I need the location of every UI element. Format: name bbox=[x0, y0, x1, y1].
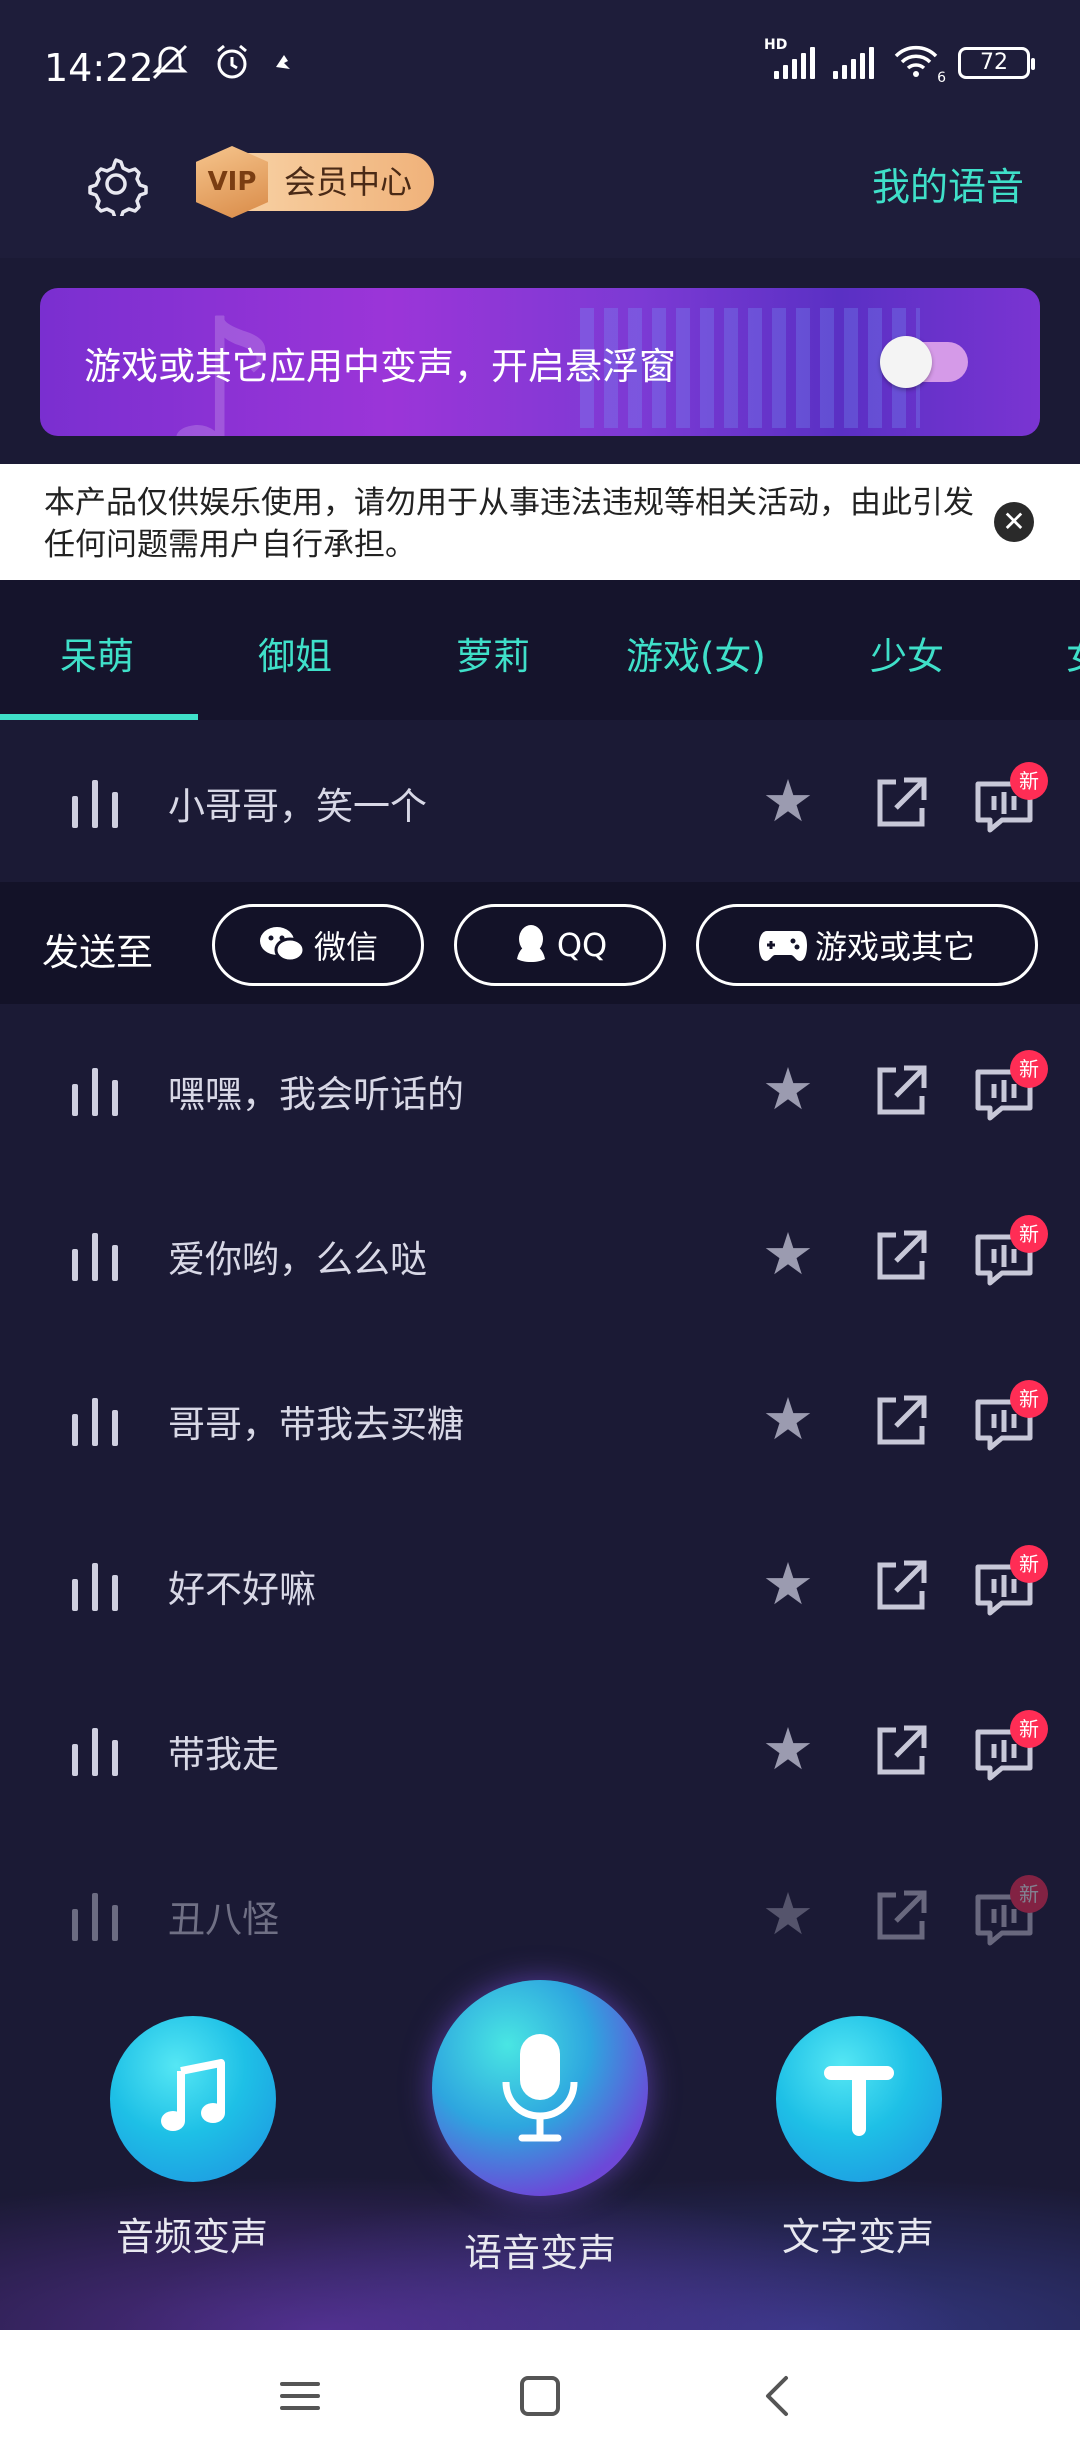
new-badge: 新 bbox=[1010, 1545, 1048, 1583]
voice-change-label: 语音变声 bbox=[463, 2231, 616, 2275]
wifi-icon: 6 bbox=[892, 44, 946, 86]
voice-row[interactable]: 好不好嘛 ★ 新 bbox=[0, 1503, 1080, 1668]
music-note-icon bbox=[161, 2059, 225, 2131]
microphone-icon bbox=[502, 2034, 578, 2142]
audio-bars-icon bbox=[72, 778, 118, 828]
voice-label: 丑八怪 bbox=[168, 1898, 279, 1941]
new-badge: 新 bbox=[1010, 1215, 1048, 1253]
voice-row[interactable]: 嘿嘿，我会听话的 ★ 新 bbox=[0, 1008, 1080, 1173]
voice-label: 小哥哥，笑一个 bbox=[168, 785, 427, 828]
floating-window-banner: ♪ 游戏或其它应用中变声，开启悬浮窗 bbox=[40, 288, 1040, 436]
audio-voice-change-label: 音频变声 bbox=[115, 2215, 268, 2259]
text-voice-change-label: 文字变声 bbox=[781, 2215, 934, 2259]
voice-label: 好不好嘛 bbox=[168, 1568, 316, 1611]
send-wechat-button[interactable]: 微信 bbox=[212, 904, 424, 986]
new-badge: 新 bbox=[1010, 1710, 1048, 1748]
system-nav-bar bbox=[0, 2330, 1080, 2460]
send-qq-label: QQ bbox=[556, 926, 608, 964]
new-badge: 新 bbox=[1010, 1380, 1048, 1418]
send-game-label: 游戏或其它 bbox=[814, 928, 975, 966]
audio-bars-icon bbox=[72, 1561, 118, 1611]
tab-shaonv[interactable]: 少女 bbox=[870, 626, 944, 680]
vip-member-center-button[interactable]: VIP 会员中心 bbox=[196, 146, 435, 218]
audio-bars-icon bbox=[72, 1726, 118, 1776]
disclaimer-notice: 本产品仅供娱乐使用，请勿用于从事违法违规等相关活动，由此引发任何问题需用户自行承… bbox=[0, 464, 1080, 580]
app-header: VIP 会员中心 我的语音 bbox=[0, 130, 1080, 258]
favorite-star-icon[interactable]: ★ bbox=[762, 1390, 814, 1448]
voice-label: 哥哥，带我去买糖 bbox=[168, 1403, 464, 1446]
voice-change-record-button[interactable] bbox=[432, 1980, 648, 2196]
audio-bars-icon bbox=[72, 1891, 118, 1941]
vip-label: 会员中心 bbox=[248, 153, 435, 211]
disclaimer-text: 本产品仅供娱乐使用，请勿用于从事违法违规等相关活动，由此引发任何问题需用户自行承… bbox=[44, 485, 974, 563]
alarm-icon bbox=[217, 44, 247, 79]
settings-gear-icon[interactable] bbox=[84, 152, 148, 216]
voice-row[interactable]: 小哥哥，笑一个 ★ 新 bbox=[0, 720, 1080, 885]
home-square-icon[interactable] bbox=[516, 2372, 564, 2420]
favorite-star-icon[interactable]: ★ bbox=[762, 1060, 814, 1118]
mute-bell-icon bbox=[152, 44, 188, 80]
share-external-icon[interactable] bbox=[870, 774, 930, 834]
send-to-label: 发送至 bbox=[42, 931, 153, 974]
voice-label: 嘿嘿，我会听话的 bbox=[168, 1073, 464, 1116]
share-external-icon[interactable] bbox=[870, 1062, 930, 1122]
voice-row[interactable]: 哥哥，带我去买糖 ★ 新 bbox=[0, 1338, 1080, 1503]
tab-yujie[interactable]: 御姐 bbox=[258, 626, 332, 680]
share-external-icon[interactable] bbox=[870, 1887, 930, 1947]
audio-bars-icon bbox=[72, 1231, 118, 1281]
voice-row[interactable]: 带我走 ★ 新 bbox=[0, 1668, 1080, 1833]
share-external-icon[interactable] bbox=[870, 1227, 930, 1287]
qq-icon bbox=[516, 925, 545, 962]
tab-game-female[interactable]: 游戏(女) bbox=[626, 626, 766, 680]
voice-row[interactable]: 爱你哟，么么哒 ★ 新 bbox=[0, 1173, 1080, 1338]
hd-signal-icon: HD bbox=[764, 37, 815, 79]
share-external-icon[interactable] bbox=[870, 1722, 930, 1782]
battery-indicator: 72 bbox=[958, 47, 1035, 79]
audio-voice-change-button[interactable] bbox=[110, 2016, 276, 2182]
text-t-icon bbox=[824, 2066, 894, 2136]
tab-daimeng[interactable]: 呆萌 bbox=[60, 626, 134, 680]
favorite-star-icon[interactable]: ★ bbox=[762, 1555, 814, 1613]
send-qq-button[interactable]: QQ bbox=[454, 904, 666, 986]
voice-row[interactable]: 丑八怪 ★ 新 bbox=[0, 1833, 1080, 1998]
voice-label: 爱你哟，么么哒 bbox=[168, 1238, 427, 1281]
send-wechat-label: 微信 bbox=[313, 928, 378, 966]
floating-window-toggle[interactable] bbox=[880, 336, 968, 388]
floating-window-text: 游戏或其它应用中变声，开启悬浮窗 bbox=[84, 345, 676, 388]
my-voice-link[interactable]: 我的语音 bbox=[872, 156, 1024, 211]
audio-bars-icon bbox=[72, 1396, 118, 1446]
favorite-star-icon[interactable]: ★ bbox=[762, 1225, 814, 1283]
send-game-button[interactable]: 游戏或其它 bbox=[696, 904, 1038, 986]
tab-more[interactable]: 女 bbox=[1066, 626, 1080, 680]
new-badge: 新 bbox=[1010, 762, 1048, 800]
favorite-star-icon[interactable]: ★ bbox=[762, 1885, 814, 1943]
send-to-bar: 发送至 微信 QQ 游戏或其它 bbox=[0, 882, 1080, 1004]
new-badge: 新 bbox=[1010, 1050, 1048, 1088]
favorite-star-icon[interactable]: ★ bbox=[762, 772, 814, 830]
close-disclaimer-button[interactable]: ✕ bbox=[994, 502, 1034, 542]
status-time: 14:22 bbox=[44, 46, 154, 90]
text-voice-change-button[interactable] bbox=[776, 2016, 942, 2182]
tab-luoli[interactable]: 萝莉 bbox=[456, 626, 530, 680]
signal-icon bbox=[833, 47, 874, 79]
wechat-icon bbox=[259, 927, 306, 963]
share-external-icon[interactable] bbox=[870, 1392, 930, 1452]
new-badge: 新 bbox=[1010, 1875, 1048, 1913]
favorite-star-icon[interactable]: ★ bbox=[762, 1720, 814, 1778]
back-chevron-icon[interactable] bbox=[756, 2372, 804, 2420]
category-tabs: 呆萌 御姐 萝莉 游戏(女) 少女 女 bbox=[0, 580, 1080, 720]
voice-label: 带我走 bbox=[168, 1733, 279, 1776]
menu-icon[interactable] bbox=[276, 2372, 324, 2420]
status-bar: 14:22 HD 6 72 bbox=[0, 0, 1080, 130]
audio-bars-icon bbox=[72, 1066, 118, 1116]
app-notification-icon bbox=[276, 55, 290, 69]
gamepad-icon bbox=[758, 931, 807, 961]
share-external-icon[interactable] bbox=[870, 1557, 930, 1617]
